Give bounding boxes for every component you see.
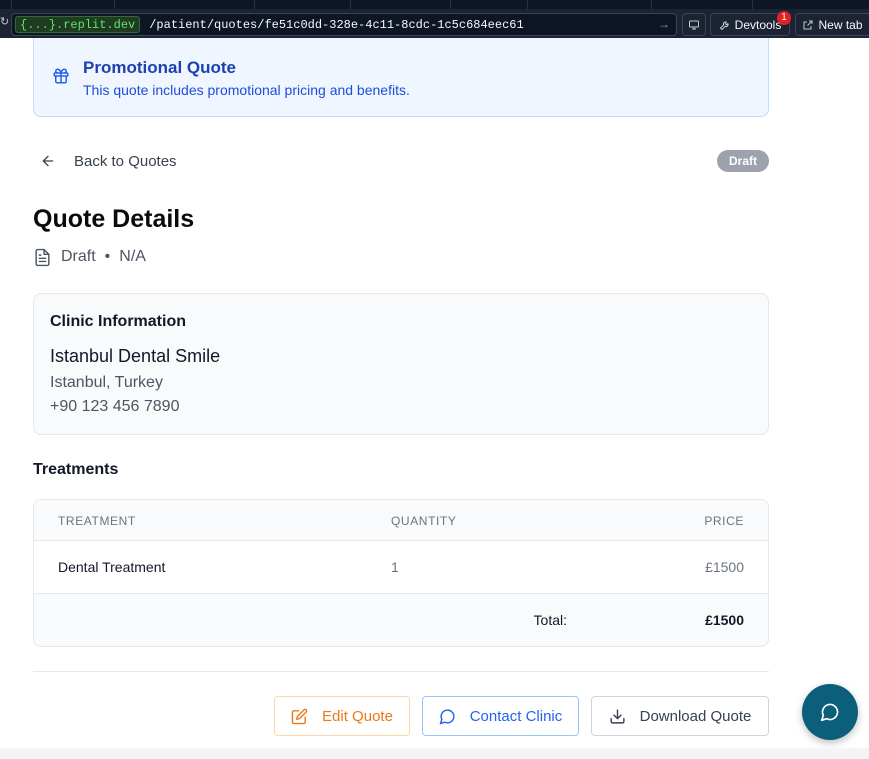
- url-host: {...}.replit.dev: [15, 16, 141, 33]
- back-link-label: Back to Quotes: [74, 152, 177, 170]
- promo-banner: Promotional Quote This quote includes pr…: [33, 38, 769, 117]
- promo-title: Promotional Quote: [83, 58, 236, 77]
- clinic-location: Istanbul, Turkey: [50, 374, 163, 391]
- status-badge: Draft: [717, 150, 769, 172]
- treatment-price: £1500: [705, 559, 744, 575]
- reload-icon[interactable]: ↻: [0, 15, 9, 28]
- column-header-quantity: QUANTITY: [391, 514, 457, 528]
- quote-meta: Draft • N/A: [33, 246, 146, 268]
- browser-toolbar: ↻ {...}.replit.dev /patient/quotes/fe51c…: [0, 0, 869, 38]
- table-row: Dental Treatment 1 £1500: [34, 541, 768, 594]
- contact-clinic-button[interactable]: Contact Clinic: [422, 696, 579, 736]
- treatment-name: Dental Treatment: [58, 559, 166, 575]
- page-title: Quote Details: [33, 205, 195, 233]
- wrench-icon: [719, 20, 729, 30]
- external-link-icon: [803, 20, 813, 29]
- chat-bubble-icon: [820, 703, 839, 722]
- clinic-info-card: Clinic Information Istanbul Dental Smile…: [33, 293, 769, 435]
- arrow-right-icon[interactable]: →: [658, 17, 670, 31]
- url-bar[interactable]: {...}.replit.dev /patient/quotes/fe51c0d…: [11, 13, 677, 36]
- screen-toggle-button[interactable]: [682, 13, 706, 36]
- download-quote-button[interactable]: Download Quote: [591, 696, 769, 736]
- edit-quote-button[interactable]: Edit Quote: [274, 696, 410, 736]
- column-header-treatment: TREATMENT: [58, 514, 136, 528]
- devtools-label: Devtools: [734, 17, 782, 32]
- monitor-icon: [689, 20, 699, 29]
- download-quote-label: Download Quote: [639, 707, 752, 725]
- clinic-phone: +90 123 456 7890: [50, 398, 180, 415]
- message-circle-icon: [439, 708, 455, 724]
- download-icon: [610, 708, 625, 724]
- clinic-name: Istanbul Dental Smile: [50, 346, 221, 366]
- devtools-count-badge: 1: [777, 11, 791, 25]
- total-value: £1500: [705, 612, 744, 628]
- quote-reference: N/A: [119, 248, 146, 265]
- promo-subtitle: This quote includes promotional pricing …: [83, 82, 410, 98]
- meta-separator: •: [104, 248, 111, 265]
- treatments-heading: Treatments: [33, 461, 119, 478]
- document-icon: [35, 248, 50, 266]
- page-bottom-edge: [0, 748, 869, 759]
- chat-button[interactable]: [802, 684, 858, 740]
- table-total-row: Total: £1500: [34, 594, 768, 646]
- tab-strip: [0, 0, 869, 9]
- edit-icon: [291, 708, 308, 724]
- new-tab-button[interactable]: New tab: [795, 13, 869, 36]
- table-header: TREATMENT QUANTITY PRICE: [34, 500, 768, 541]
- back-to-quotes-link[interactable]: Back to Quotes: [40, 151, 177, 171]
- url-path: /patient/quotes/fe51c0dd-328e-4c11-8cdc-…: [149, 17, 524, 32]
- new-tab-label: New tab: [818, 17, 863, 32]
- quote-status-text: Draft: [61, 248, 96, 265]
- treatment-quantity: 1: [391, 559, 399, 575]
- section-divider: [33, 671, 769, 672]
- edit-quote-label: Edit Quote: [322, 707, 393, 725]
- arrow-left-icon: [42, 155, 54, 167]
- clinic-info-heading: Clinic Information: [50, 313, 186, 330]
- treatments-table: TREATMENT QUANTITY PRICE Dental Treatmen…: [33, 499, 769, 647]
- column-header-price: PRICE: [704, 514, 744, 528]
- total-label: Total:: [533, 612, 567, 628]
- contact-clinic-label: Contact Clinic: [469, 707, 563, 725]
- gift-icon: [53, 68, 69, 84]
